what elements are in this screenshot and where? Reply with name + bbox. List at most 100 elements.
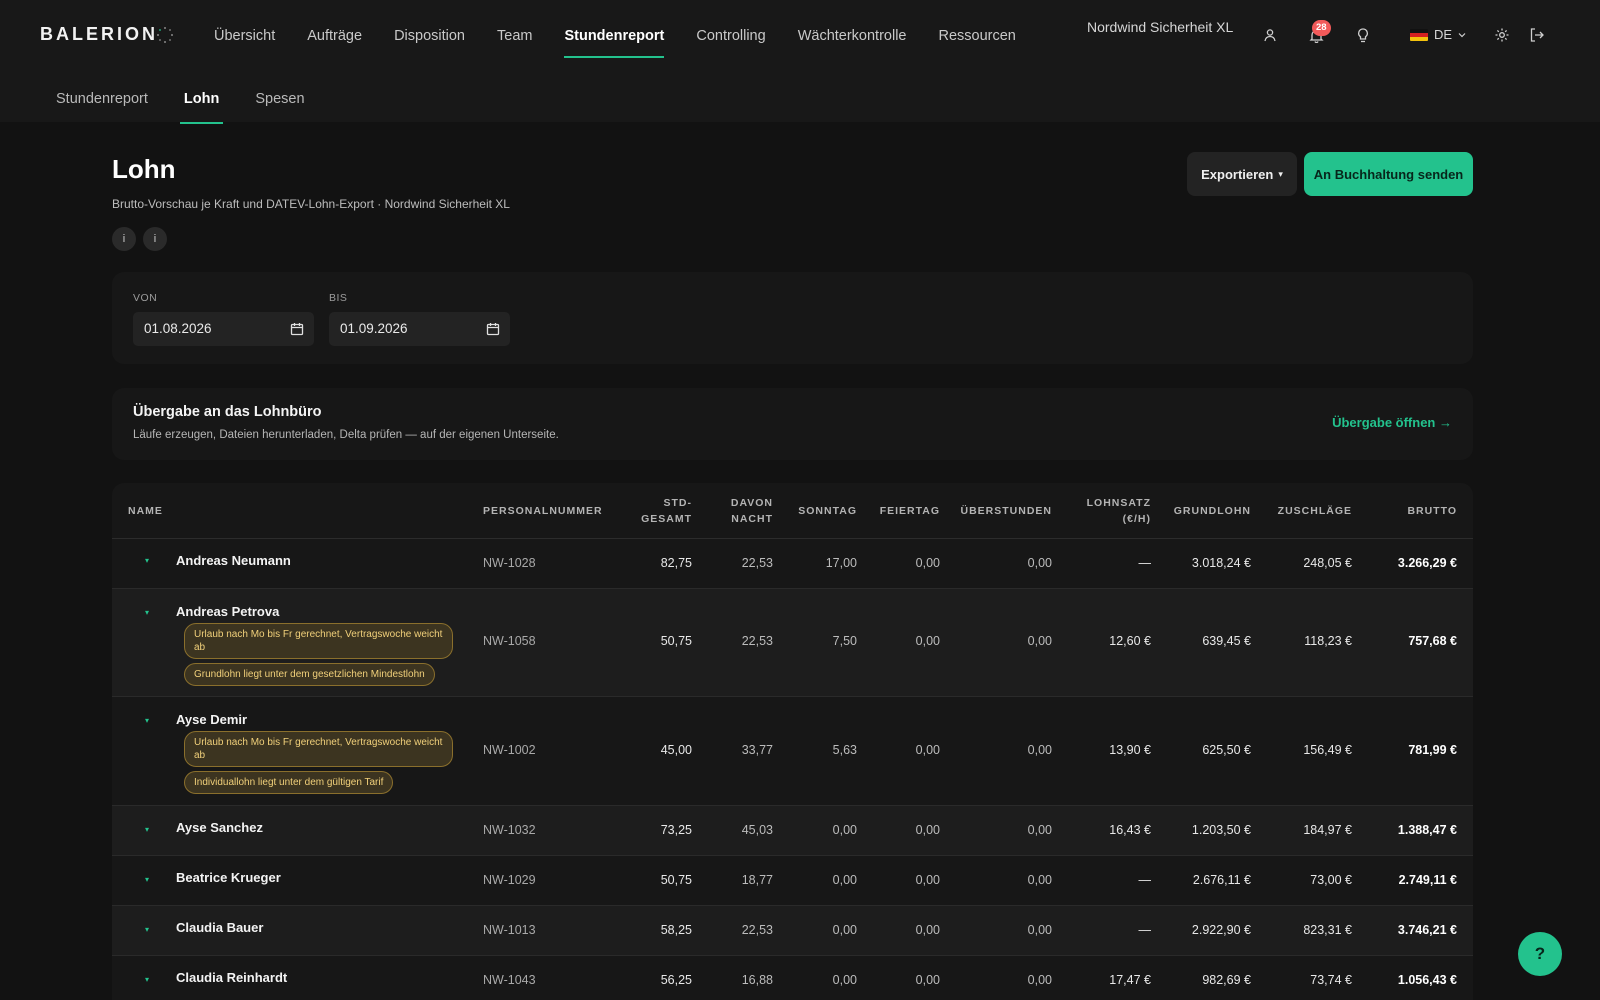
send-to-accounting-button[interactable]: An Buchhaltung senden [1304, 152, 1473, 196]
expand-caret-icon[interactable]: ▾ [145, 608, 149, 617]
table-row[interactable]: ▾ Claudia Reinhardt NW-1043 56,25 16,88 … [112, 956, 1473, 1000]
table-row[interactable]: ▾ Andreas Petrova Urlaub nach Mo bis Fr … [112, 589, 1473, 697]
sonntag: 7,50 [832, 634, 857, 648]
app-logo[interactable]: BALERION [40, 24, 158, 45]
tab-lohn[interactable]: Lohn [179, 68, 224, 124]
std-gesamt: 50,75 [660, 634, 692, 648]
employee-name: Ayse Demir [176, 712, 248, 727]
ueberstunden: 0,00 [1027, 556, 1052, 570]
warning-tag: Urlaub nach Mo bis Fr gerechnet, Vertrag… [184, 731, 453, 767]
lightbulb-icon[interactable] [1353, 25, 1373, 45]
help-button[interactable]: ? [1518, 932, 1562, 976]
table-row[interactable]: ▾ Andreas Neumann NW-1028 82,75 22,53 17… [112, 539, 1473, 589]
grundlohn: 1.203,50 € [1191, 823, 1251, 837]
feiertag: 0,00 [915, 634, 940, 648]
employee-name: Ayse Sanchez [176, 820, 263, 835]
nav-uebersicht[interactable]: Übersicht [214, 0, 275, 58]
logout-icon[interactable] [1527, 25, 1547, 45]
open-handover-link[interactable]: Übergabe öffnen → [1332, 415, 1452, 430]
std-gesamt: 73,25 [660, 823, 692, 837]
nav-stundenreport[interactable]: Stundenreport [564, 0, 664, 58]
expand-caret-icon[interactable]: ▾ [145, 875, 149, 884]
table-header: NAME PERSONALNUMMER STD- GESAMT DAVON NACH… [112, 483, 1473, 539]
expand-caret-icon[interactable]: ▾ [145, 925, 149, 934]
davon-nacht: 16,88 [741, 973, 773, 987]
info-icon[interactable]: i [112, 227, 136, 251]
col-personalnummer[interactable]: PERSONALNUMMER [483, 503, 603, 519]
calendar-icon[interactable] [486, 322, 500, 336]
ueberstunden: 0,00 [1027, 923, 1052, 937]
lohnsatz: — [1138, 873, 1152, 887]
nav-ressourcen[interactable]: Ressourcen [938, 0, 1015, 58]
personalnummer: NW-1013 [483, 923, 536, 937]
from-label: VON [133, 292, 158, 304]
from-date-input[interactable]: 01.08.2026 [133, 312, 314, 346]
employee-name: Beatrice Krueger [176, 870, 281, 885]
sonntag: 0,00 [832, 923, 857, 937]
std-gesamt: 50,75 [660, 873, 692, 887]
sonntag: 5,63 [832, 743, 857, 757]
nav-team[interactable]: Team [497, 0, 532, 58]
col-lohnsatz[interactable]: LOHNSATZ (€/H) [1087, 495, 1151, 527]
table-row[interactable]: ▾ Beatrice Krueger NW-1029 50,75 18,77 0… [112, 856, 1473, 906]
sonntag: 0,00 [832, 873, 857, 887]
expand-caret-icon[interactable]: ▾ [145, 716, 149, 725]
std-gesamt: 56,25 [660, 973, 692, 987]
nav-disposition[interactable]: Disposition [394, 0, 465, 58]
feiertag: 0,00 [915, 923, 940, 937]
warning-tag: Individuallohn liegt unter dem gültigen … [184, 771, 394, 794]
nav-waechterkontrolle[interactable]: Wächterkontrolle [798, 0, 907, 58]
ueberstunden: 0,00 [1027, 634, 1052, 648]
language-select[interactable]: DE [1410, 27, 1466, 42]
col-ueberstunden[interactable]: ÜBERSTUNDEN [960, 503, 1052, 519]
col-grundlohn[interactable]: GRUNDLOHN [1174, 503, 1251, 519]
col-name[interactable]: NAME [128, 503, 163, 519]
brutto: 781,99 € [1408, 743, 1457, 757]
user-icon[interactable] [1260, 25, 1280, 45]
tenant-name[interactable]: Nordwind Sicherheit XL [1087, 19, 1233, 35]
personalnummer: NW-1029 [483, 873, 536, 887]
brutto: 3.746,21 € [1397, 923, 1457, 937]
expand-caret-icon[interactable]: ▾ [145, 556, 149, 565]
nav-auftraege[interactable]: Aufträge [307, 0, 362, 58]
zuschlaege: 73,74 € [1310, 973, 1352, 987]
feiertag: 0,00 [915, 823, 940, 837]
to-label: BIS [329, 292, 348, 304]
col-std-gesamt[interactable]: STD- GESAMT [641, 495, 692, 527]
personalnummer: NW-1058 [483, 634, 536, 648]
calendar-icon[interactable] [290, 322, 304, 336]
info-buttons: i i [112, 227, 167, 251]
col-feiertag[interactable]: FEIERTAG [880, 503, 940, 519]
sonntag: 17,00 [825, 556, 857, 570]
personalnummer: NW-1032 [483, 823, 536, 837]
sonntag: 0,00 [832, 973, 857, 987]
expand-caret-icon[interactable]: ▾ [145, 975, 149, 984]
to-date-value: 01.09.2026 [340, 321, 408, 336]
brutto: 3.266,29 € [1397, 556, 1457, 570]
to-date-input[interactable]: 01.09.2026 [329, 312, 510, 346]
col-davon-nacht[interactable]: DAVON NACHT [731, 495, 773, 527]
grundlohn: 3.018,24 € [1191, 556, 1251, 570]
table-row[interactable]: ▾ Claudia Bauer NW-1013 58,25 22,53 0,00… [112, 906, 1473, 956]
sparkle-icon [157, 27, 173, 43]
ueberstunden: 0,00 [1027, 873, 1052, 887]
info-icon[interactable]: i [143, 227, 167, 251]
export-button[interactable]: Exportieren ▾ [1187, 152, 1297, 196]
warning-tag: Urlaub nach Mo bis Fr gerechnet, Vertrag… [184, 623, 453, 659]
col-brutto[interactable]: BRUTTO [1407, 503, 1457, 519]
expand-caret-icon[interactable]: ▾ [145, 825, 149, 834]
zuschlaege: 248,05 € [1303, 556, 1352, 570]
feiertag: 0,00 [915, 873, 940, 887]
col-sonntag[interactable]: SONNTAG [798, 503, 857, 519]
col-zuschlaege[interactable]: ZUSCHLÄGE [1278, 503, 1352, 519]
sub-nav: Stundenreport Lohn Spesen [56, 68, 341, 124]
tab-stundenreport[interactable]: Stundenreport [56, 68, 148, 124]
tab-spesen[interactable]: Spesen [255, 68, 304, 124]
table-row[interactable]: ▾ Ayse Demir Urlaub nach Mo bis Fr gerec… [112, 697, 1473, 806]
zuschlaege: 823,31 € [1303, 923, 1352, 937]
nav-controlling[interactable]: Controlling [696, 0, 765, 58]
from-date-value: 01.08.2026 [144, 321, 212, 336]
table-row[interactable]: ▾ Ayse Sanchez NW-1032 73,25 45,03 0,00 … [112, 806, 1473, 856]
grundlohn: 2.676,11 € [1192, 873, 1251, 887]
gear-icon[interactable] [1492, 25, 1512, 45]
